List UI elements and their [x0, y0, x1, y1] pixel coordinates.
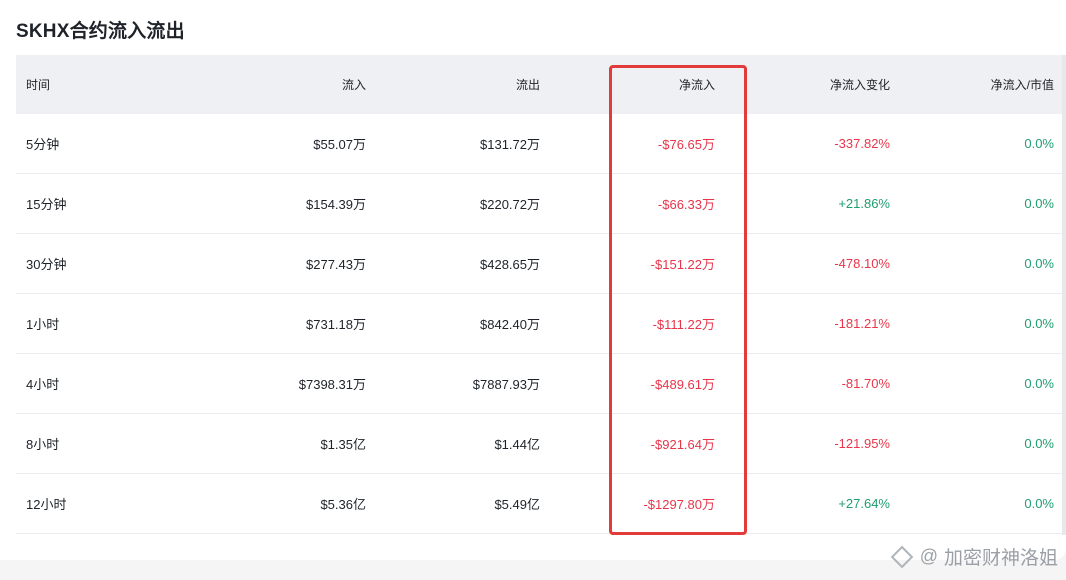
cell-net-market-cap: 0.0%: [1024, 376, 1054, 391]
cell-outflow: $220.72万: [480, 197, 540, 212]
cell-net-inflow: -$1297.80万: [643, 497, 715, 512]
cell-net-change: -81.70%: [841, 376, 890, 391]
header-net-inflow: 净流入: [678, 78, 715, 92]
cell-net-inflow: -$151.22万: [650, 257, 715, 272]
cell-inflow: $1.35亿: [320, 437, 366, 452]
table-row: 5分钟 $55.07万 $131.72万 -$76.65万 -337.82% 0.0%: [16, 114, 1066, 174]
cell-net-market-cap: 0.0%: [1024, 436, 1054, 451]
cell-net-change: -478.10%: [834, 256, 890, 271]
cell-net-inflow: -$66.33万: [657, 197, 715, 212]
cell-time: 1小时: [26, 317, 60, 332]
cell-outflow: $5.49亿: [494, 497, 540, 512]
cell-inflow: $7398.31万: [298, 377, 366, 392]
page-title: SKHX合约流入流出: [16, 21, 185, 42]
cell-outflow: $131.72万: [480, 137, 540, 152]
cell-outflow: $7887.93万: [472, 377, 540, 392]
cell-inflow: $55.07万: [313, 137, 366, 152]
cell-net-change: -181.21%: [834, 316, 890, 331]
cell-time: 12小时: [26, 497, 67, 512]
diamond-logo-icon: [890, 545, 914, 568]
cell-net-change: -121.95%: [834, 436, 890, 451]
cell-outflow: $1.44亿: [494, 437, 540, 452]
cell-inflow: $154.39万: [306, 197, 366, 212]
table-header: 时间 流入 流出 净流入 净流入变化 净流入/市值: [16, 55, 1066, 114]
cell-inflow: $277.43万: [306, 257, 366, 272]
cell-net-change: -337.82%: [834, 136, 890, 151]
watermark-text: 加密财神洛姐: [943, 548, 1058, 569]
header-time: 时间: [26, 78, 51, 92]
cell-net-market-cap: 0.0%: [1024, 496, 1054, 511]
cell-net-market-cap: 0.0%: [1024, 136, 1054, 151]
cell-inflow: $731.18万: [306, 317, 366, 332]
table-row: 15分钟 $154.39万 $220.72万 -$66.33万 +21.86% 0.0%: [16, 174, 1066, 234]
header-outflow: 流出: [515, 78, 540, 92]
cell-net-market-cap: 0.0%: [1024, 316, 1054, 331]
header-net-change: 净流入变化: [829, 78, 890, 92]
cell-time: 5分钟: [26, 137, 60, 152]
fund-flow-card: SKHX合约流入流出 时间 流入 流出 净流入 净流入变化 净流入/市值 5分钟…: [0, 0, 1066, 560]
cell-outflow: $428.65万: [480, 257, 540, 272]
cell-net-market-cap: 0.0%: [1024, 196, 1054, 211]
cell-net-inflow: -$111.22万: [652, 317, 715, 332]
cell-net-inflow: -$76.65万: [657, 137, 715, 152]
cell-time: 4小时: [26, 377, 60, 392]
table-row: 12小时 $5.36亿 $5.49亿 -$1297.80万 +27.64% 0.0%: [16, 474, 1066, 534]
cell-inflow: $5.36亿: [320, 497, 366, 512]
cell-net-inflow: -$489.61万: [650, 377, 715, 392]
table-body: 5分钟 $55.07万 $131.72万 -$76.65万 -337.82% 0.0% 15…: [16, 114, 1066, 534]
cell-time: 15分钟: [26, 197, 67, 212]
cell-net-change: +21.86%: [838, 196, 890, 211]
cell-outflow: $842.40万: [480, 317, 540, 332]
cell-time: 8小时: [26, 437, 60, 452]
flow-table: 时间 流入 流出 净流入 净流入变化 净流入/市值 5分钟 $55.07万 $131…: [16, 55, 1066, 534]
horizontal-scroll-edge[interactable]: [1062, 55, 1066, 535]
cell-net-market-cap: 0.0%: [1024, 256, 1054, 271]
cell-time: 30分钟: [26, 257, 67, 272]
table-row: 30分钟 $277.43万 $428.65万 -$151.22万 -478.10% 0.0…: [16, 234, 1066, 294]
header-inflow: 流入: [341, 78, 366, 92]
table-row: 1小时 $731.18万 $842.40万 -$111.22万 -181.21% 0.0%: [16, 294, 1066, 354]
watermark: @ 加密财神洛姐: [890, 543, 1058, 570]
table-row: 4小时 $7398.31万 $7887.93万 -$489.61万 -81.70% 0.0…: [16, 354, 1066, 414]
header-net-market-cap: 净流入/市值: [990, 78, 1054, 92]
cell-net-inflow: -$921.64万: [650, 437, 715, 452]
table-row: 8小时 $1.35亿 $1.44亿 -$921.64万 -121.95% 0.0%: [16, 414, 1066, 474]
cell-net-change: +27.64%: [838, 496, 890, 511]
watermark-at: @: [919, 546, 938, 566]
